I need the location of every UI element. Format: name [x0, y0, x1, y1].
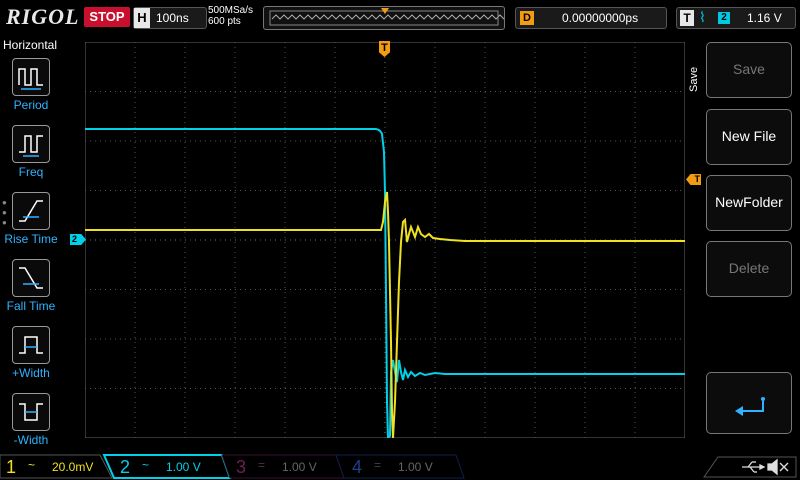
- new-file-button-label: New File: [721, 128, 777, 144]
- menu-rise-time[interactable]: Rise Time: [0, 192, 62, 256]
- horizontal-timebase[interactable]: H 100ns: [133, 7, 207, 29]
- period-icon: [12, 58, 50, 96]
- rise-time-label: Rise Time: [4, 232, 58, 246]
- ch1-status[interactable]: 1 ~ 20.0mV: [0, 455, 100, 479]
- fall-time-label: Fall Time: [6, 299, 56, 313]
- trigger-source: 2: [718, 12, 730, 24]
- status-icons: [703, 456, 797, 478]
- trigger-level-marker[interactable]: T: [686, 174, 701, 185]
- trigger-key: T: [680, 10, 694, 26]
- delete-button-label: Delete: [728, 260, 770, 276]
- new-folder-button-label: NewFolder: [715, 194, 783, 210]
- enter-return-icon: [735, 397, 765, 416]
- memory-waveform-preview: [269, 8, 529, 26]
- ch2-scale: 1.00 V: [166, 460, 201, 474]
- ch4-scale: 1.00 V: [398, 460, 433, 474]
- sample-rate: 500MSa/s: [208, 5, 254, 16]
- rigol-logo: RIGOL: [6, 4, 80, 29]
- period-label: Period: [13, 98, 49, 112]
- horizontal-key: H: [134, 8, 150, 28]
- ch2-coupling: ~: [142, 458, 150, 472]
- positive-width-label: +Width: [12, 366, 50, 380]
- negative-width-label: -Width: [13, 433, 49, 447]
- acquisition-info: 500MSa/s 600 pts: [208, 5, 253, 27]
- ch1-number: 1: [6, 457, 17, 477]
- ch1-coupling: ~: [28, 458, 36, 472]
- trigger-settings[interactable]: T ⌇ 2 1.16 V: [676, 7, 796, 29]
- menu-period[interactable]: Period: [0, 58, 62, 122]
- freq-icon: [12, 125, 50, 163]
- ch3-status[interactable]: 3 = 1.00 V: [230, 455, 340, 479]
- freq-label: Freq: [18, 165, 44, 179]
- waveform-display[interactable]: [85, 42, 685, 438]
- ch2-ground-marker[interactable]: 2: [70, 234, 86, 245]
- menu-fall-time[interactable]: Fall Time: [0, 259, 62, 323]
- ch4-status[interactable]: 4 = 1.00 V: [346, 455, 456, 479]
- new-file-button[interactable]: New File: [706, 109, 792, 165]
- ch4-coupling: =: [374, 458, 382, 472]
- run-stop-status[interactable]: STOP: [84, 7, 130, 27]
- trigger-level-value: 1.16 V: [747, 11, 782, 25]
- menu-freq[interactable]: Freq: [0, 125, 62, 189]
- negative-width-icon: [12, 393, 50, 431]
- ch4-number: 4: [352, 457, 363, 477]
- ch3-scale: 1.00 V: [282, 460, 317, 474]
- positive-width-icon: [12, 326, 50, 364]
- horizontal-delay[interactable]: D 0.00000000ps: [515, 7, 667, 29]
- rise-time-icon: [12, 192, 50, 230]
- falling-edge-icon: ⌇: [699, 9, 706, 25]
- save-menu-title: Save: [688, 66, 700, 92]
- menu-positive-width[interactable]: +Width: [0, 326, 62, 390]
- delay-key: D: [520, 11, 534, 25]
- horizontal-menu-title: Horizontal: [3, 38, 58, 52]
- delay-value: 0.00000000ps: [562, 11, 639, 25]
- delete-button[interactable]: Delete: [706, 241, 792, 297]
- ch2-status[interactable]: 2 ~ 1.00 V: [114, 455, 224, 479]
- enter-button[interactable]: [706, 372, 792, 434]
- ch2-number: 2: [120, 457, 131, 477]
- timebase-value: 100ns: [156, 11, 189, 25]
- memory-depth: 600 pts: [208, 16, 241, 27]
- ch3-coupling: =: [258, 458, 266, 472]
- new-folder-button[interactable]: NewFolder: [706, 175, 792, 231]
- save-button[interactable]: Save: [706, 42, 792, 98]
- fall-time-icon: [12, 259, 50, 297]
- menu-negative-width[interactable]: -Width: [0, 393, 62, 457]
- ch1-scale: 20.0mV: [52, 460, 94, 474]
- ch3-number: 3: [236, 457, 247, 477]
- save-button-label: Save: [733, 61, 765, 77]
- memory-overview-strip[interactable]: [263, 6, 529, 30]
